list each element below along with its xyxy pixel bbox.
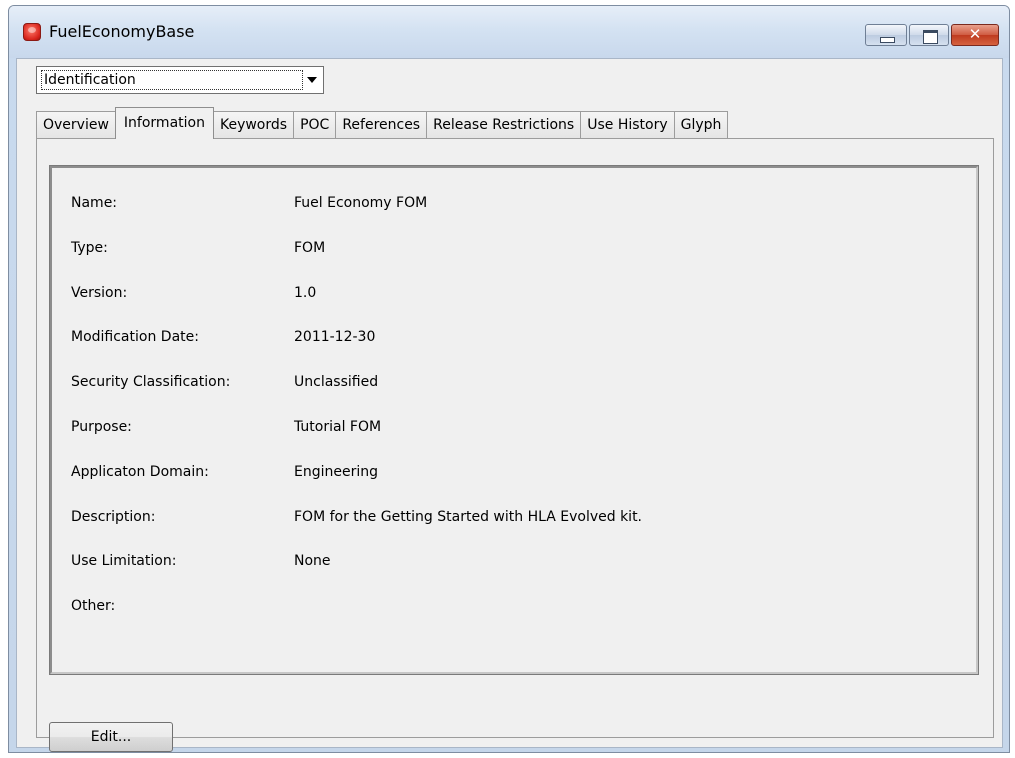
info-value: None [294,553,331,569]
app-window: FuelEconomyBase ✕ Identification Overvie… [8,5,1010,753]
app-icon [23,23,41,41]
maximize-button[interactable] [909,24,949,46]
info-value: Unclassified [294,374,379,390]
info-label: Applicaton Domain: [71,464,209,480]
tab-overview[interactable]: Overview [36,111,116,139]
info-label: Name: [71,195,118,211]
chevron-down-icon[interactable] [307,77,317,83]
close-icon: ✕ [968,25,982,43]
section-dropdown-value: Identification [41,70,303,90]
info-label: Use Limitation: [71,553,177,569]
tab-release-restrictions[interactable]: Release Restrictions [426,111,582,139]
title-bar[interactable]: FuelEconomyBase ✕ [9,6,1009,58]
info-value: FOM [294,240,326,256]
tab-references[interactable]: References [335,111,428,139]
window-title: FuelEconomyBase [49,22,195,41]
info-label: Purpose: [71,419,132,435]
info-label: Other: [71,598,116,614]
window-content: Identification Overview Information Keyw… [16,58,1003,752]
close-button[interactable]: ✕ [951,24,999,46]
info-value: 1.0 [294,285,317,301]
info-value: Engineering [294,464,378,480]
info-value: Tutorial FOM [294,419,382,435]
tab-poc[interactable]: POC [293,111,337,139]
tab-strip: Overview Information Keywords POC Refere… [36,107,729,139]
info-value: Fuel Economy FOM [294,195,428,211]
tab-use-history[interactable]: Use History [580,111,675,139]
minimize-button[interactable] [865,24,907,46]
section-dropdown[interactable]: Identification [36,66,324,94]
info-value: FOM for the Getting Started with HLA Evo… [294,509,643,525]
info-value: 2011-12-30 [294,329,376,345]
info-label: Type: [71,240,108,256]
tab-keywords[interactable]: Keywords [212,111,295,139]
info-label: Modification Date: [71,329,199,345]
info-label: Version: [71,285,128,301]
edit-button[interactable]: Edit... [49,722,173,752]
information-box: Name: Fuel Economy FOM Type: FOM Version… [49,165,979,675]
info-label: Security Classification: [71,374,231,390]
information-panel: Name: Fuel Economy FOM Type: FOM Version… [36,138,994,752]
info-label: Description: [71,509,156,525]
tab-information[interactable]: Information [114,107,214,139]
tab-glyph[interactable]: Glyph [673,111,729,139]
